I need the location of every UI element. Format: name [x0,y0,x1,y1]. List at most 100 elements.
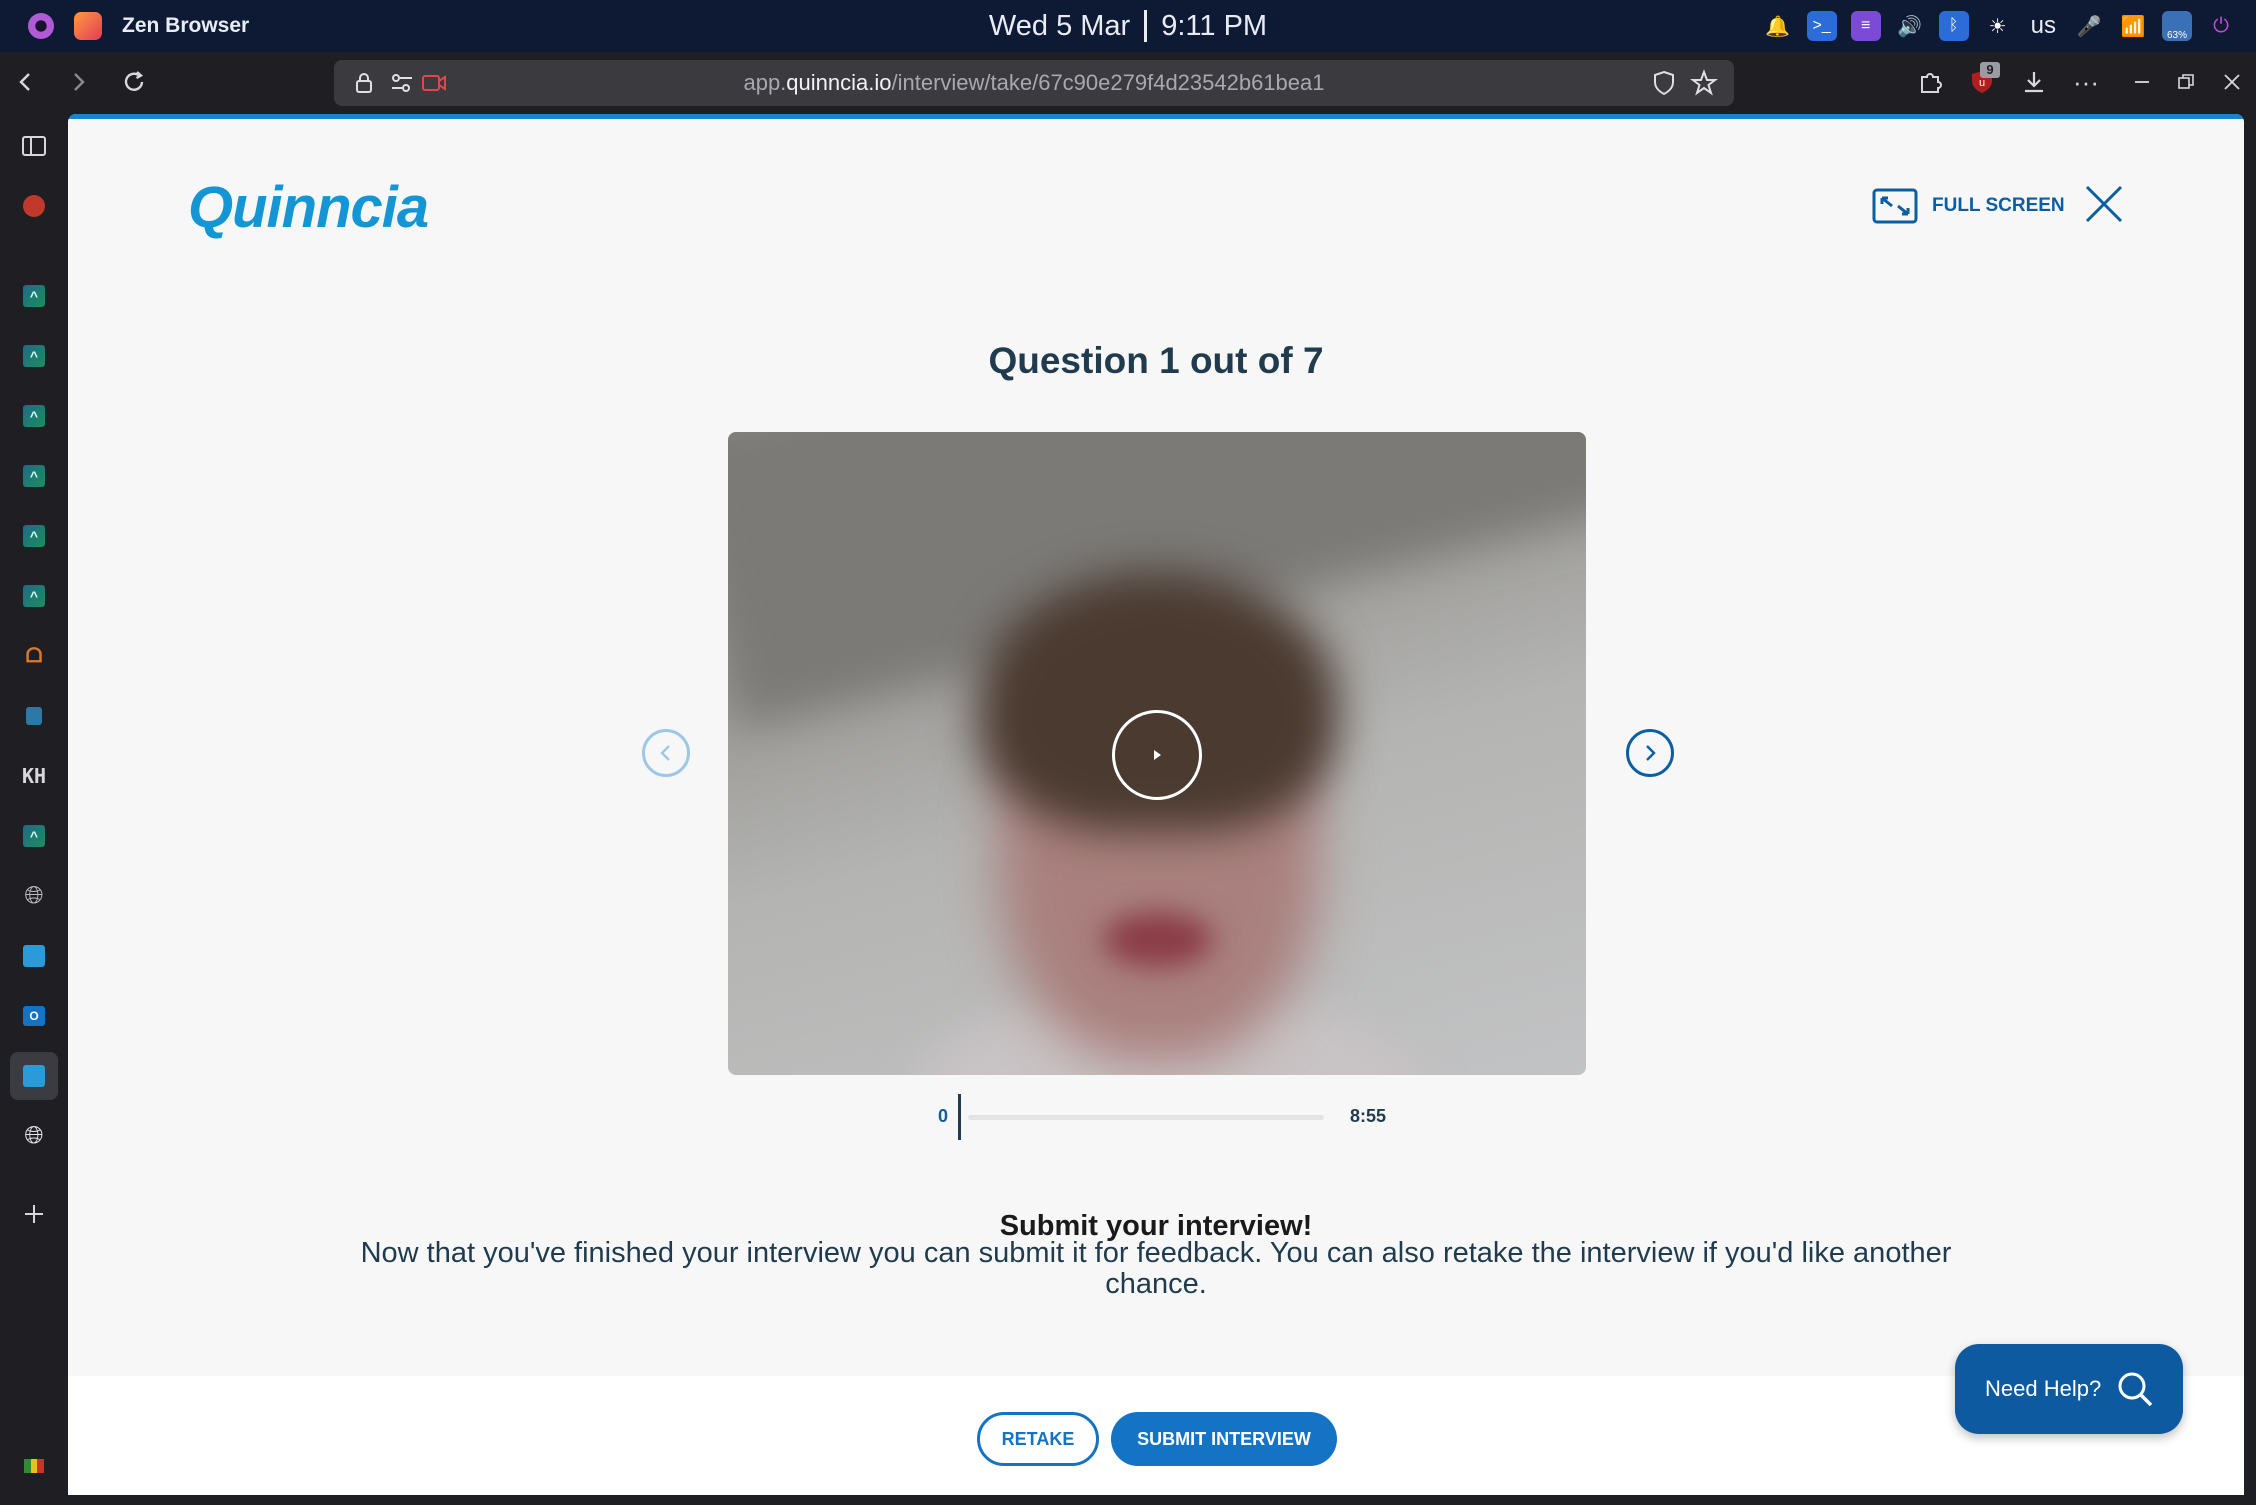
sidebar-item-app-5[interactable]: ^ [10,512,58,560]
system-top-bar: Zen Browser Wed 5 Mar 9:11 PM 🔔 >_ ≡ 🔊 ᛒ… [0,0,2256,52]
brightness-icon[interactable]: ☀ [1983,11,2013,41]
sidebar-item-app-4[interactable]: ^ [10,452,58,500]
plus-icon [25,1205,43,1223]
sidebar-item-app-6[interactable]: ^ [10,572,58,620]
search-icon [2118,1372,2153,1407]
battery-icon[interactable]: 63% [2162,11,2192,41]
app-name: Zen Browser [122,14,250,37]
power-icon[interactable]: ⏻ [2206,11,2236,41]
chevron-right-icon [74,73,85,91]
chevron-left-icon [660,745,670,761]
app-orange-icon: ᗝ [25,644,43,667]
app-icon [23,1065,45,1087]
sidebar-item-app-9[interactable] [10,932,58,980]
outlook-icon: O [23,1006,45,1026]
workspace-indicator[interactable] [10,1442,58,1490]
extension-badge: 9 [1980,62,2000,78]
play-icon [1154,750,1161,760]
web-page: Quinncia FULL SCREEN Question 1 out of 7… [68,114,2244,1495]
more-menu-button[interactable]: ··· [2066,62,2106,102]
terminal-icon[interactable]: >_ [1806,11,1837,41]
app-icon [26,707,42,725]
downloads-button[interactable] [2014,62,2054,102]
url-host: quinncia.io [786,70,892,95]
quinncia-logo[interactable]: Quinncia [188,174,429,241]
need-help-label: Need Help? [1985,1376,2102,1401]
retake-button[interactable]: RETAKE [977,1412,1099,1466]
timeline-start-time: 0 [937,1106,948,1126]
app-icon: ^ [23,825,45,847]
battery-percent: 63% [2166,30,2187,41]
restore-button[interactable] [2166,62,2206,102]
restore-icon [2178,74,2194,89]
fullscreen-label: FULL SCREEN [1932,195,2065,216]
bookmark-star-icon[interactable] [1690,69,1718,97]
globe-icon: 🌐︎ [24,882,44,909]
globe-icon: 🌐︎ [24,1122,44,1149]
microphone-icon[interactable]: 🎤 [2074,11,2104,41]
sidebar-item-globe-2[interactable]: 🌐︎ [10,1112,58,1160]
system-tray: 🔔 >_ ≡ 🔊 ᛒ ☀ us 🎤 📶 63% ⏻ [1763,0,2236,52]
video-timeline[interactable]: 0 8:55 [928,1094,1468,1140]
extensions-button[interactable] [1910,62,1950,102]
timeline-track[interactable] [968,1115,1324,1120]
sidebar-item-app-8[interactable]: ^ [10,812,58,860]
wifi-icon[interactable]: 📶 [2118,11,2148,41]
need-help-button[interactable]: Need Help? [1955,1344,2183,1434]
app-icon [23,945,45,967]
submit-description: Now that you've finished your interview … [360,1237,1952,1300]
next-question-button[interactable] [1626,729,1674,777]
sidebar-item-app-7[interactable] [10,692,58,740]
app-icon: ^ [23,285,45,307]
browser-toolbar: app.quinncia.io/interview/take/67c90e279… [0,52,2256,112]
volume-icon[interactable]: 🔊 [1895,11,1925,41]
ellipsis-icon: ··· [2073,66,2099,97]
sidebar-toggle-button[interactable] [10,122,58,170]
tracking-protection-icon[interactable] [1650,69,1678,97]
app-icon: ^ [23,525,45,547]
app-icon: ^ [23,405,45,427]
active-app: Zen Browser [28,0,249,52]
submit-interview-button[interactable]: SUBMIT INTERVIEW [1111,1412,1337,1466]
page-loading-bar [68,114,2244,119]
chevron-left-icon [19,73,30,91]
sidebar-item-app-1[interactable]: ^ [10,272,58,320]
close-icon[interactable] [2084,184,2124,224]
chevron-right-icon [1646,745,1656,761]
keyboard-layout[interactable]: us [2027,12,2060,40]
sidebar-item-globe-1[interactable]: 🌐︎ [10,872,58,920]
sidebar-item-pinned[interactable] [10,182,58,230]
puzzle-icon [1921,73,1942,93]
question-counter: Question 1 out of 7 [988,340,1324,381]
recorded-answer-video[interactable] [728,432,1586,1075]
fullscreen-button[interactable]: FULL SCREEN [1872,186,2065,226]
notification-bell-icon[interactable]: 🔔 [1763,11,1793,41]
sidebar-item-app-3[interactable]: ^ [10,392,58,440]
new-tab-button[interactable] [10,1190,58,1238]
window-close-button[interactable] [2212,62,2252,102]
workspace-flag-icon [24,1459,45,1473]
reload-button[interactable] [114,62,154,102]
sidebar-item-app-orange[interactable]: ᗝ [10,632,58,680]
address-bar[interactable]: app.quinncia.io/interview/take/67c90e279… [334,60,1734,106]
url-text[interactable]: app.quinncia.io/interview/take/67c90e279… [334,60,1734,106]
launcher-icon[interactable] [28,13,54,39]
url-prefix: app. [743,70,787,95]
minimize-button[interactable] [2122,62,2162,102]
bluetooth-icon[interactable]: ᛒ [1938,11,1969,41]
back-button[interactable] [6,62,46,102]
sidebar-item-app-kh[interactable]: KH [10,752,58,800]
play-button[interactable] [1112,710,1202,800]
url-path: /interview/take/67c90e279f4d23542b61bea1 [891,70,1325,95]
timeline-playhead[interactable] [958,1094,961,1140]
sidebar-item-app-2[interactable]: ^ [10,332,58,380]
svg-text:u: u [1979,77,1985,89]
sidebar-item-outlook[interactable]: O [10,992,58,1040]
clock-time: 9:11 PM [1161,9,1268,42]
clipboard-icon[interactable]: ≡ [1850,11,1881,41]
previous-question-button[interactable] [642,729,690,777]
expand-icon [1872,188,1918,224]
reload-icon [124,71,144,91]
forward-button[interactable] [58,62,98,102]
sidebar-item-active-tab[interactable] [10,1052,58,1100]
